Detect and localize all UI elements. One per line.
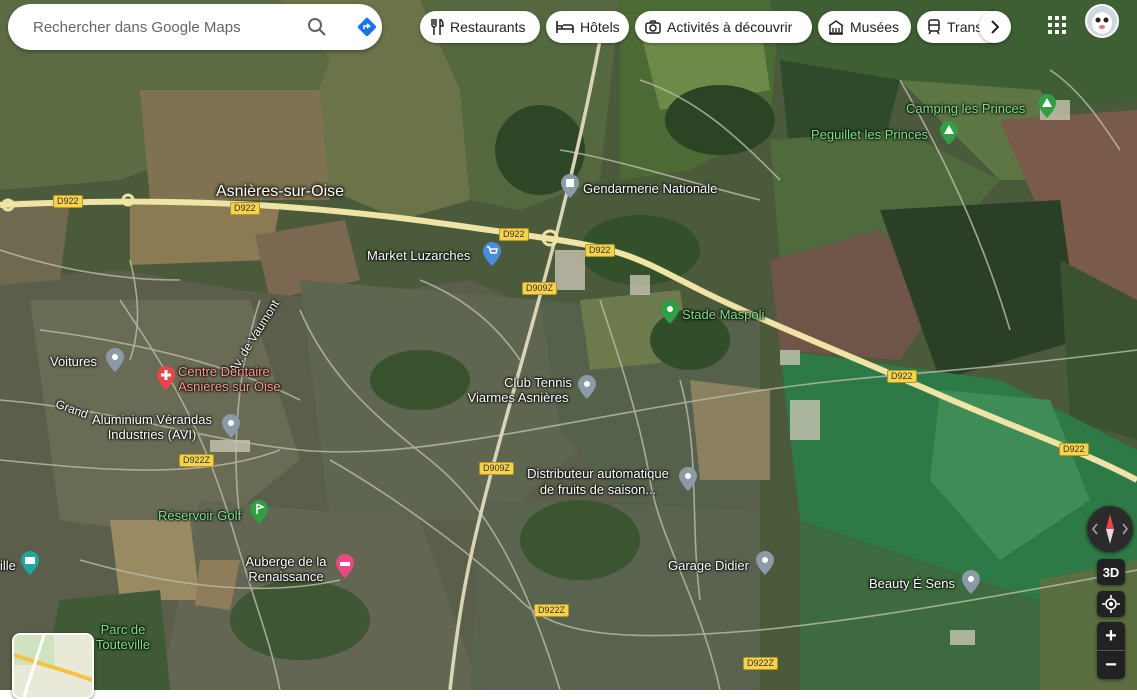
golf-pin-icon[interactable] <box>250 500 268 524</box>
poi-label-auberge-2[interactable]: Renaissance <box>238 569 334 584</box>
road-label-d909z: D909Z <box>479 462 515 475</box>
road-label-d922: D922 <box>585 244 615 257</box>
chip-restaurants[interactable]: Restaurants <box>420 11 540 43</box>
hotel-pin-icon[interactable] <box>336 554 354 578</box>
restaurant-icon <box>431 19 444 35</box>
search-icon[interactable] <box>303 12 332 42</box>
road-label-d922: D922 <box>1059 443 1089 456</box>
location-pin-icon[interactable] <box>962 570 980 594</box>
road-label-d922: D922 <box>230 202 260 215</box>
poi-label-dentaire-1[interactable]: Centre Dentaire <box>178 364 270 379</box>
poi-label-parc-2[interactable]: Touteville <box>88 637 158 652</box>
location-pin-icon[interactable] <box>106 348 124 372</box>
poi-label-dentaire-2[interactable]: Asnières sur Oise <box>178 379 281 394</box>
search-box[interactable] <box>8 4 382 50</box>
compass-button[interactable] <box>1087 506 1133 552</box>
tennis-pin-icon[interactable] <box>578 375 596 399</box>
directions-icon[interactable] <box>353 12 382 42</box>
poi-label-club-tennis-2[interactable]: Viarmes Asnières <box>460 390 576 405</box>
account-avatar[interactable] <box>1085 4 1119 38</box>
compass-icon <box>1092 514 1128 544</box>
chip-label: Activités à découvrir <box>667 19 793 35</box>
layers-minimap-button[interactable] <box>12 633 94 699</box>
zoom-out-button[interactable]: − <box>1097 651 1125 679</box>
poi-label-club-tennis-1[interactable]: Club Tennis <box>490 375 586 390</box>
chip-activites[interactable]: Activités à découvrir <box>635 11 812 43</box>
google-apps-button[interactable] <box>1042 10 1072 40</box>
avatar-image <box>1087 6 1117 36</box>
search-input[interactable] <box>31 17 273 37</box>
chips-scroll-right-button[interactable] <box>979 11 1011 43</box>
road-label-d922z: D922Z <box>743 657 779 670</box>
3d-toggle-button[interactable]: 3D <box>1097 559 1125 585</box>
poi-label-beauty[interactable]: Beauty É Sens <box>869 576 955 591</box>
stadium-pin-icon[interactable] <box>661 300 679 324</box>
poi-label-stade[interactable]: Stade Maspoli <box>682 307 764 322</box>
poi-label-market[interactable]: Market Luzarches <box>367 248 470 263</box>
chip-label: Musées <box>850 19 900 35</box>
apps-grid-icon <box>1048 16 1066 34</box>
dentist-pin-icon[interactable] <box>157 366 175 390</box>
map-layer-thumbnail <box>14 635 92 697</box>
chip-label: Hôtels <box>580 19 620 35</box>
road-label-d909z: D909Z <box>522 282 558 295</box>
poi-label-alu-2[interactable]: Industries (AVI) <box>82 427 222 442</box>
road-label-d922: D922 <box>499 228 529 241</box>
my-location-icon <box>1102 595 1120 613</box>
shopping-cart-pin-icon[interactable] <box>483 242 501 266</box>
transit-icon <box>928 19 940 35</box>
poi-label-parc-1[interactable]: Parc de <box>88 622 158 637</box>
museum-icon <box>828 19 844 35</box>
my-location-button[interactable] <box>1097 591 1125 617</box>
chip-musees[interactable]: Musées <box>818 11 911 43</box>
zoom-controls: + − <box>1097 622 1125 679</box>
poi-label-garage[interactable]: Garage Didier <box>668 558 749 573</box>
chip-label: Restaurants <box>450 19 526 35</box>
road-label-d922z: D922Z <box>534 604 570 617</box>
police-pin-icon[interactable] <box>561 174 579 198</box>
museum-pin-icon[interactable] <box>21 551 39 575</box>
campground-pin-icon[interactable] <box>1038 94 1056 118</box>
poi-label-gendarmerie[interactable]: Gendarmerie Nationale <box>583 181 717 196</box>
poi-label-distributeur-2[interactable]: de fruits de saison... <box>516 482 680 497</box>
hotel-icon <box>556 21 574 33</box>
camera-icon <box>645 20 661 34</box>
poi-label-voitures[interactable]: Voitures <box>50 354 97 369</box>
chip-hotels[interactable]: Hôtels <box>546 11 629 43</box>
chip-label: Trans <box>947 19 983 35</box>
poi-label-auberge-1[interactable]: Auberge de la <box>238 554 334 569</box>
location-pin-icon[interactable] <box>679 467 697 491</box>
road-label-d922: D922 <box>887 370 917 383</box>
zoom-in-button[interactable]: + <box>1097 622 1125 651</box>
poi-label-alu-1[interactable]: Aluminium Vérandas <box>82 412 222 427</box>
road-label-d922z: D922Z <box>179 454 215 467</box>
chevron-right-icon <box>991 20 1000 34</box>
road-label-d922: D922 <box>53 195 83 208</box>
poi-label-ille[interactable]: ille <box>0 558 16 573</box>
poi-label-golf[interactable]: Réservoir Golf <box>158 508 241 523</box>
location-pin-icon[interactable] <box>756 551 774 575</box>
location-pin-icon[interactable] <box>222 414 240 438</box>
poi-label-distributeur-1[interactable]: Distributeur automatique <box>516 466 680 481</box>
poi-label-camping[interactable]: Camping les Princes <box>906 101 1025 116</box>
campground-pin-icon[interactable] <box>940 121 958 145</box>
poi-label-peguillet[interactable]: Peguillet les Princes <box>811 127 928 142</box>
town-label[interactable]: Asnières-sur-Oise <box>216 183 344 201</box>
